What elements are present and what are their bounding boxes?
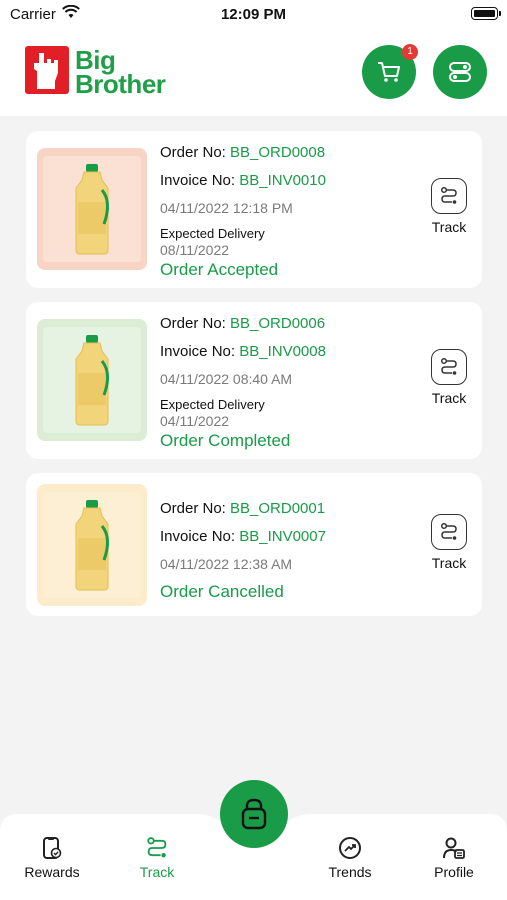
order-number: Order No: BB_ORD0006 xyxy=(160,315,326,332)
nav-rewards-label: Rewards xyxy=(24,864,80,880)
invoice-number: Invoice No: BB_INV0007 xyxy=(160,528,326,545)
big-brother-logo: Big Brother xyxy=(25,46,175,102)
track-label: Track xyxy=(431,555,467,571)
order-card[interactable]: Order No: BB_ORD0001 Invoice No: BB_INV0… xyxy=(26,473,482,616)
oil-bottle-icon xyxy=(75,335,109,426)
toggle-icon xyxy=(449,62,471,82)
order-number: Order No: BB_ORD0008 xyxy=(160,144,326,161)
expected-delivery-date: 04/11/2022 xyxy=(160,413,230,429)
shopping-bag-icon xyxy=(241,798,267,830)
expected-delivery-date: 08/11/2022 xyxy=(160,242,230,258)
product-thumbnail xyxy=(37,484,147,606)
order-status: Order Accepted xyxy=(160,260,279,279)
invoice-number: Invoice No: BB_INV0010 xyxy=(160,172,326,189)
nav-track-label: Track xyxy=(139,864,175,880)
order-info: Order No: BB_ORD0001 Invoice No: BB_INV0… xyxy=(160,500,326,602)
order-number: Order No: BB_ORD0001 xyxy=(160,500,326,517)
nav-track[interactable]: Track xyxy=(122,836,192,880)
order-info: Order No: BB_ORD0008 Invoice No: BB_INV0… xyxy=(160,144,326,280)
expected-delivery-label: Expected Delivery xyxy=(160,226,265,241)
cart-button[interactable]: 1 xyxy=(362,44,418,99)
clock: 12:09 PM xyxy=(220,6,287,23)
product-thumbnail xyxy=(37,319,147,441)
settings-toggle-button[interactable] xyxy=(433,45,487,99)
expected-delivery-label: Expected Delivery xyxy=(160,397,265,412)
nav-profile-label: Profile xyxy=(434,864,474,880)
nav-profile[interactable]: Profile xyxy=(419,836,489,880)
track-label: Track xyxy=(431,390,467,406)
status-bar: Carrier 12:09 PM xyxy=(0,0,507,30)
track-button[interactable]: Track xyxy=(429,514,469,571)
track-button[interactable]: Track xyxy=(429,349,469,406)
oil-bottle-icon xyxy=(75,500,109,591)
battery-icon xyxy=(471,7,501,20)
route-icon xyxy=(440,522,457,540)
nav-trends-label: Trends xyxy=(328,864,372,880)
product-thumbnail xyxy=(37,148,147,270)
order-datetime: 04/11/2022 12:18 PM xyxy=(160,200,293,216)
cart-count-badge: 1 xyxy=(402,44,418,60)
order-card[interactable]: Order No: BB_ORD0006 Invoice No: BB_INV0… xyxy=(26,302,482,459)
nav-rewards[interactable]: Rewards xyxy=(17,836,87,880)
cart-icon xyxy=(378,62,400,82)
oil-bottle-icon xyxy=(75,164,109,255)
profile-icon xyxy=(443,837,465,859)
order-info: Order No: BB_ORD0006 Invoice No: BB_INV0… xyxy=(160,315,326,451)
route-icon xyxy=(440,357,457,375)
order-status: Order Completed xyxy=(160,431,291,450)
order-status: Order Cancelled xyxy=(160,582,284,601)
order-datetime: 04/11/2022 12:38 AM xyxy=(160,556,293,572)
track-label: Track xyxy=(431,219,467,235)
track-button[interactable]: Track xyxy=(429,178,469,235)
trends-icon xyxy=(339,837,361,859)
order-card[interactable]: Order No: BB_ORD0008 Invoice No: BB_INV0… xyxy=(26,131,482,288)
invoice-number: Invoice No: BB_INV0008 xyxy=(160,343,326,360)
logo-text: Big Brother xyxy=(75,45,166,99)
order-datetime: 04/11/2022 08:40 AM xyxy=(160,371,293,387)
logo-hand-icon xyxy=(25,46,69,94)
app-header: Big Brother 1 xyxy=(0,30,507,116)
shop-bag-fab[interactable] xyxy=(220,780,288,848)
nav-trends[interactable]: Trends xyxy=(315,836,385,880)
route-icon xyxy=(440,186,457,204)
rewards-icon xyxy=(43,837,62,859)
route-icon xyxy=(147,837,167,858)
